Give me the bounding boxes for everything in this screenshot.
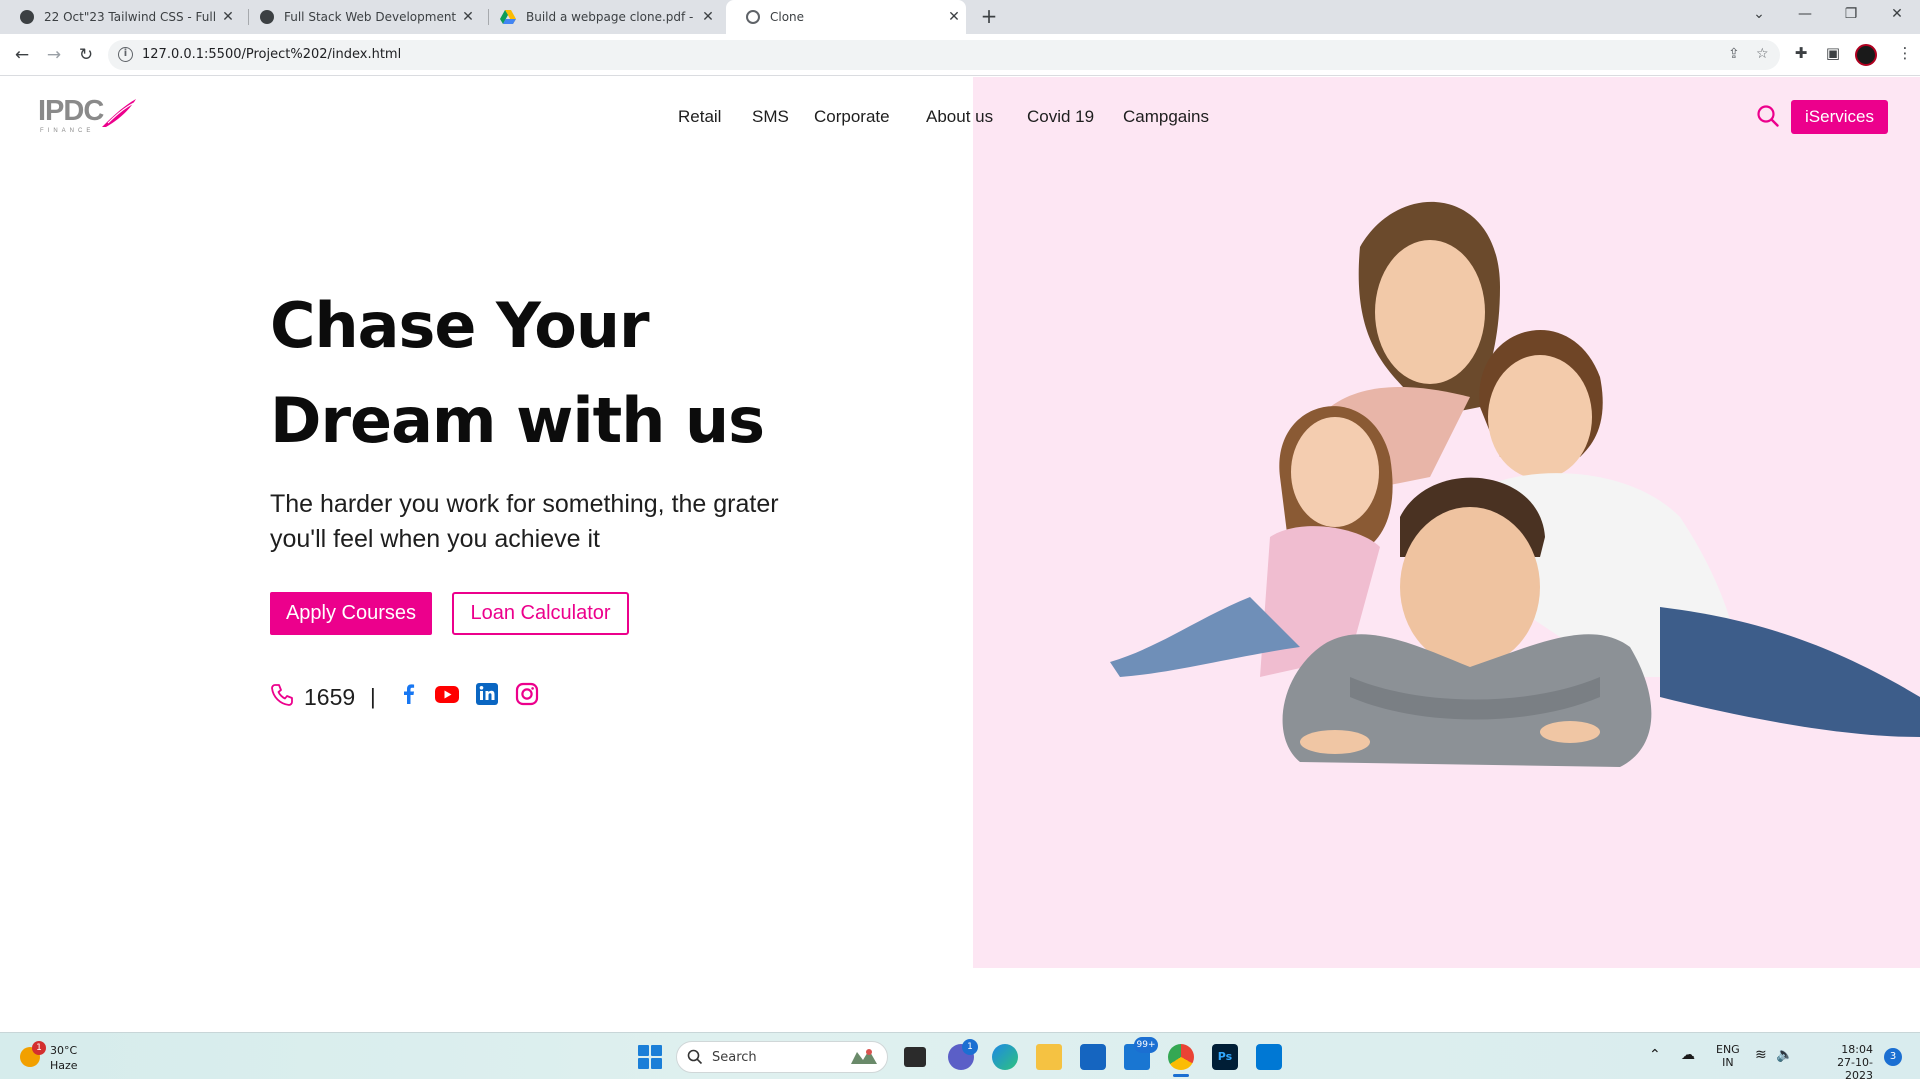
active-app-indicator <box>1173 1074 1189 1077</box>
weather-temperature: 30°C <box>50 1044 78 1057</box>
extensions-icon[interactable]: ✚ <box>1790 44 1812 62</box>
share-icon[interactable]: ⇪ <box>1728 46 1740 62</box>
close-window-icon[interactable]: ✕ <box>1874 0 1920 30</box>
photoshop-icon[interactable]: Ps <box>1212 1044 1238 1070</box>
close-tab-icon[interactable]: ✕ <box>942 9 966 25</box>
nav-link-covid-19[interactable]: Covid 19 <box>1027 107 1094 127</box>
hero-subtitle: The harder you work for something, the g… <box>270 490 779 553</box>
file-explorer-icon[interactable] <box>1036 1044 1062 1070</box>
url-text[interactable]: 127.0.0.1:5500/Project%202/index.html <box>142 47 401 62</box>
close-tab-icon[interactable]: ✕ <box>216 9 240 25</box>
tab-title: 22 Oct"23 Tailwind CSS - Full Sta <box>44 10 216 24</box>
weather-widget[interactable]: 1 30°C Haze <box>20 1041 110 1073</box>
windows-start-icon[interactable] <box>638 1045 662 1069</box>
globe-icon <box>746 10 760 24</box>
site-info-icon[interactable]: i <box>118 47 133 62</box>
volume-icon[interactable]: 🔈 <box>1776 1047 1793 1063</box>
side-panel-icon[interactable]: ▣ <box>1822 44 1844 62</box>
browser-tab[interactable]: Full Stack Web Development - C ✕ <box>240 0 480 34</box>
mail-badge: 99+ <box>1134 1037 1158 1053</box>
site-favicon-icon <box>20 10 34 24</box>
menu-kebab-icon[interactable]: ⋮ <box>1894 44 1916 62</box>
task-view-icon[interactable] <box>904 1047 926 1067</box>
reload-icon[interactable]: ↻ <box>74 43 98 67</box>
nav-link-sms[interactable]: SMS <box>752 107 789 127</box>
nav-link-about-us[interactable]: About us <box>926 107 993 127</box>
iservices-button[interactable]: iServices <box>1791 100 1888 134</box>
windows-taskbar: 1 30°C Haze Search 1 99+ Ps ⌃ ☁ ENG IN ≋… <box>0 1032 1920 1079</box>
ipdc-logo[interactable]: IPDC FINANCE <box>38 95 138 143</box>
taskbar-search-placeholder: Search <box>712 1050 757 1065</box>
tab-title: Full Stack Web Development - C <box>284 10 456 24</box>
forward-icon[interactable]: → <box>42 43 66 67</box>
hotline-number[interactable]: 1659 <box>304 684 355 711</box>
restore-icon[interactable]: ❐ <box>1828 0 1874 30</box>
youtube-icon[interactable] <box>434 681 460 707</box>
language-region: IN <box>1722 1056 1734 1069</box>
nav-link-corporate[interactable]: Corporate <box>814 107 890 127</box>
site-favicon-icon <box>260 10 274 24</box>
browser-toolbar: ← → ↻ i 127.0.0.1:5500/Project%202/index… <box>0 34 1920 76</box>
bookmark-star-icon[interactable]: ☆ <box>1756 46 1769 62</box>
search-icon <box>687 1049 703 1065</box>
nav-link-retail[interactable]: Retail <box>678 107 721 127</box>
clock-time: 18:04 <box>1841 1043 1873 1056</box>
logo-text: IPDC <box>38 95 104 127</box>
new-tab-button[interactable]: + <box>976 4 1002 28</box>
browser-tab-strip: 22 Oct"23 Tailwind CSS - Full Sta ✕ Full… <box>0 0 1920 34</box>
edge-icon[interactable] <box>992 1044 1018 1070</box>
browser-tab[interactable]: Build a webpage clone.pdf - Goo ✕ <box>480 0 720 34</box>
network-status-icon[interactable]: ☁ <box>1681 1047 1695 1063</box>
logo-swoosh-icon <box>102 99 136 127</box>
language-code: ENG <box>1716 1043 1740 1056</box>
facebook-icon[interactable] <box>396 681 422 707</box>
address-bar[interactable]: i 127.0.0.1:5500/Project%202/index.html … <box>108 40 1780 70</box>
back-icon[interactable]: ← <box>10 43 34 67</box>
google-drive-icon <box>500 10 516 24</box>
teams-badge: 1 <box>962 1039 978 1055</box>
store-icon[interactable] <box>1080 1044 1106 1070</box>
chrome-icon[interactable] <box>1168 1044 1194 1070</box>
nav-link-campgains[interactable]: Campgains <box>1123 107 1209 127</box>
search-highlight-icon <box>849 1046 879 1068</box>
hero-title-line-2: Dream with us <box>270 384 765 457</box>
search-icon[interactable] <box>1756 104 1780 128</box>
tray-overflow-icon[interactable]: ⌃ <box>1649 1047 1661 1063</box>
instagram-icon[interactable] <box>514 681 540 707</box>
profile-avatar[interactable] <box>1855 44 1877 66</box>
phone-icon <box>271 684 293 706</box>
weather-alert-badge: 1 <box>32 1041 46 1055</box>
minimize-icon[interactable]: — <box>1782 0 1828 30</box>
taskbar-search[interactable]: Search <box>676 1041 888 1073</box>
wifi-icon[interactable]: ≋ <box>1755 1047 1767 1063</box>
clock-date: 27-10-2023 <box>1837 1056 1873 1079</box>
vscode-icon[interactable] <box>1256 1044 1282 1070</box>
contact-divider: | <box>370 684 376 709</box>
language-indicator[interactable]: ENG IN <box>1716 1043 1740 1079</box>
screen: 22 Oct"23 Tailwind CSS - Full Sta ✕ Full… <box>0 0 1920 1079</box>
tab-search-icon[interactable]: ⌄ <box>1736 0 1782 30</box>
web-page: IPDC FINANCE Retail SMS Corporate About … <box>0 77 1920 1032</box>
logo-subtext: FINANCE <box>40 128 95 134</box>
loan-calculator-button[interactable]: Loan Calculator <box>452 592 629 635</box>
weather-condition: Haze <box>50 1059 78 1072</box>
linkedin-icon[interactable] <box>474 681 500 707</box>
hero-title-line-1: Chase Your <box>270 289 650 362</box>
apply-courses-button[interactable]: Apply Courses <box>270 592 432 635</box>
close-tab-icon[interactable]: ✕ <box>696 9 720 25</box>
browser-tab[interactable]: 22 Oct"23 Tailwind CSS - Full Sta ✕ <box>0 0 240 34</box>
close-tab-icon[interactable]: ✕ <box>456 9 480 25</box>
browser-tab-active[interactable]: Clone ✕ <box>726 0 966 34</box>
tab-title: Build a webpage clone.pdf - Goo <box>526 10 696 24</box>
notification-badge[interactable]: 3 <box>1884 1048 1902 1066</box>
tab-title: Clone <box>770 10 805 24</box>
family-photo <box>1110 201 1920 767</box>
clock[interactable]: 18:04 27-10-2023 <box>1813 1043 1873 1079</box>
